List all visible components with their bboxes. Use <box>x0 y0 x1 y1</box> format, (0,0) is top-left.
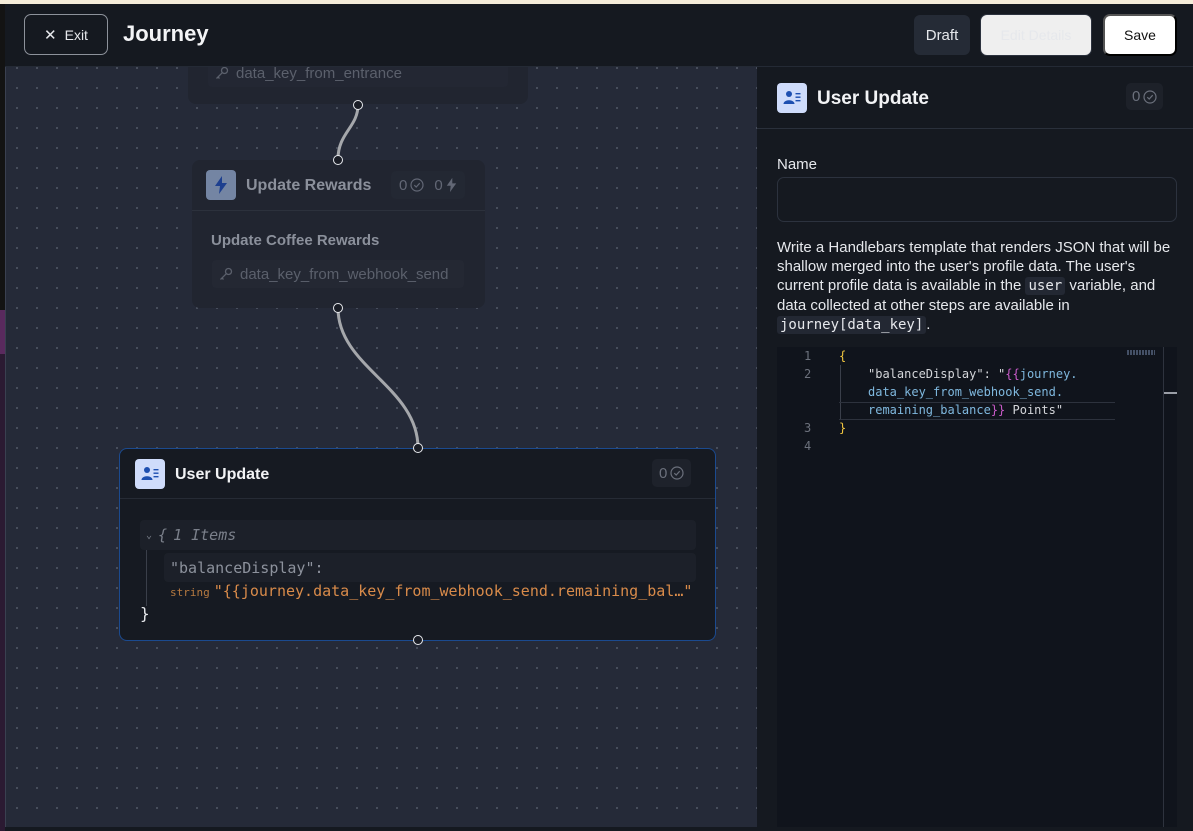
node-icon-box <box>206 170 236 200</box>
node-title: User Update <box>175 466 270 483</box>
user-profile-icon <box>783 91 801 104</box>
triggered-count: 0 <box>434 176 443 194</box>
line-number: 2 <box>804 367 812 381</box>
panel-title: User Update <box>817 88 929 109</box>
data-key-label: data_key_from_webhook_send <box>240 265 449 283</box>
app-header: ✕ Exit Journey Draft Edit Details Save <box>5 4 1193 67</box>
description-text: . <box>926 316 931 333</box>
exit-label: Exit <box>64 26 88 43</box>
lightning-icon <box>446 177 456 193</box>
close-icon: ✕ <box>44 26 57 44</box>
node-stats: 0 <box>652 459 692 487</box>
node-stats: 0 0 <box>391 171 465 199</box>
code-line-wrap: remaining_balance}} Points" <box>868 403 1063 417</box>
edge-rewards-to-user-update <box>336 307 420 449</box>
variable-token: remaining_balance <box>868 403 991 417</box>
string-token: Points" <box>1005 403 1064 417</box>
handlebars-open-token: {{ <box>1005 367 1020 381</box>
panel-icon-box <box>777 83 807 113</box>
journey-canvas[interactable]: data_key_from_entrance Update Rewards 0 … <box>5 67 757 827</box>
json-key-token: "balanceDisplay": " <box>868 367 1006 381</box>
variable-token: journey. <box>1019 367 1078 381</box>
json-key: "balanceDisplay": <box>164 553 696 582</box>
user-profile-icon <box>141 467 159 480</box>
line-number: 1 <box>804 349 812 363</box>
page-title: Journey <box>123 21 209 46</box>
panel-header: User Update 0 <box>757 67 1193 129</box>
json-open-brace: { <box>158 526 168 544</box>
editor-scroll-thumb[interactable] <box>1164 392 1177 394</box>
data-key-field: data_key_from_webhook_send <box>212 260 464 288</box>
completed-count: 0 <box>1132 88 1141 105</box>
node-header: User Update 0 <box>120 449 715 499</box>
data-key-field: data_key_from_entrance <box>208 67 508 87</box>
node-icon-box <box>135 459 165 489</box>
data-key-label: data_key_from_entrance <box>236 67 402 82</box>
lightning-icon <box>215 176 227 194</box>
status-badge: Draft <box>914 15 970 55</box>
exit-button[interactable]: ✕ Exit <box>24 14 108 55</box>
node-subtitle: Update Coffee Rewards <box>211 232 380 249</box>
editor-minimap[interactable] <box>1127 350 1155 355</box>
handlebars-close-token: }} <box>990 403 1006 417</box>
node-header: Update Rewards 0 0 <box>192 160 485 211</box>
user-update-node[interactable]: User Update 0 ⌄ { 1 Items "balanceDispla… <box>119 448 716 641</box>
check-circle-icon <box>1143 89 1157 104</box>
node-input-handle[interactable] <box>333 155 343 165</box>
entrance-node[interactable]: data_key_from_entrance <box>188 67 528 104</box>
edit-details-button[interactable]: Edit Details <box>980 14 1092 56</box>
update-rewards-node[interactable]: Update Rewards 0 0 Update Coffee Rewards… <box>192 160 485 308</box>
node-title: Update Rewards <box>246 177 372 194</box>
json-close-brace: } <box>140 604 150 623</box>
code-line: { <box>839 349 847 363</box>
template-code-editor[interactable]: 1 2 3 4 { "balanceDisplay": "{{journey. … <box>777 347 1177 827</box>
json-value: "{{journey.data_key_from_webhook_send.re… <box>213 582 693 600</box>
json-preview: ⌄ { 1 Items "balanceDisplay": string "{{… <box>140 520 696 623</box>
completed-count: 0 <box>659 464 668 482</box>
node-output-handle[interactable] <box>353 100 363 110</box>
save-button[interactable]: Save <box>1103 14 1177 56</box>
node-output-handle[interactable] <box>413 635 423 645</box>
code-user: user <box>1025 277 1066 295</box>
name-label: Name <box>777 156 818 173</box>
line-number: 3 <box>804 421 812 435</box>
key-icon <box>216 67 229 79</box>
code-line-wrap: data_key_from_webhook_send. <box>868 385 1064 399</box>
code-line: "balanceDisplay": "{{journey. <box>868 367 1078 381</box>
code-journey-data-key: journey[data_key] <box>777 316 927 334</box>
panel-stats: 0 <box>1126 83 1164 110</box>
json-value-row: string "{{journey.data_key_from_webhook_… <box>164 582 696 606</box>
completed-count: 0 <box>399 176 408 194</box>
node-input-handle[interactable] <box>413 443 423 453</box>
step-settings-panel: User Update 0 Name Write a Handlebars te… <box>757 67 1193 827</box>
template-description: Write a Handlebars template that renders… <box>777 238 1182 335</box>
json-collapse-toggle[interactable]: ⌄ { 1 Items <box>140 520 696 550</box>
line-number: 4 <box>804 439 812 453</box>
name-input[interactable] <box>777 177 1177 222</box>
json-value-type: string <box>170 586 210 599</box>
check-circle-icon <box>670 466 684 480</box>
node-output-handle[interactable] <box>333 303 343 313</box>
editor-scrollbar[interactable] <box>1163 347 1164 827</box>
check-circle-icon <box>410 178 424 192</box>
chevron-down-icon: ⌄ <box>146 529 153 541</box>
key-icon <box>220 267 233 280</box>
json-body: "balanceDisplay": string "{{journey.data… <box>146 550 696 606</box>
json-item-count: 1 Items <box>173 526 237 544</box>
code-line: } <box>839 421 847 435</box>
edge-entrance-to-rewards <box>336 104 360 160</box>
